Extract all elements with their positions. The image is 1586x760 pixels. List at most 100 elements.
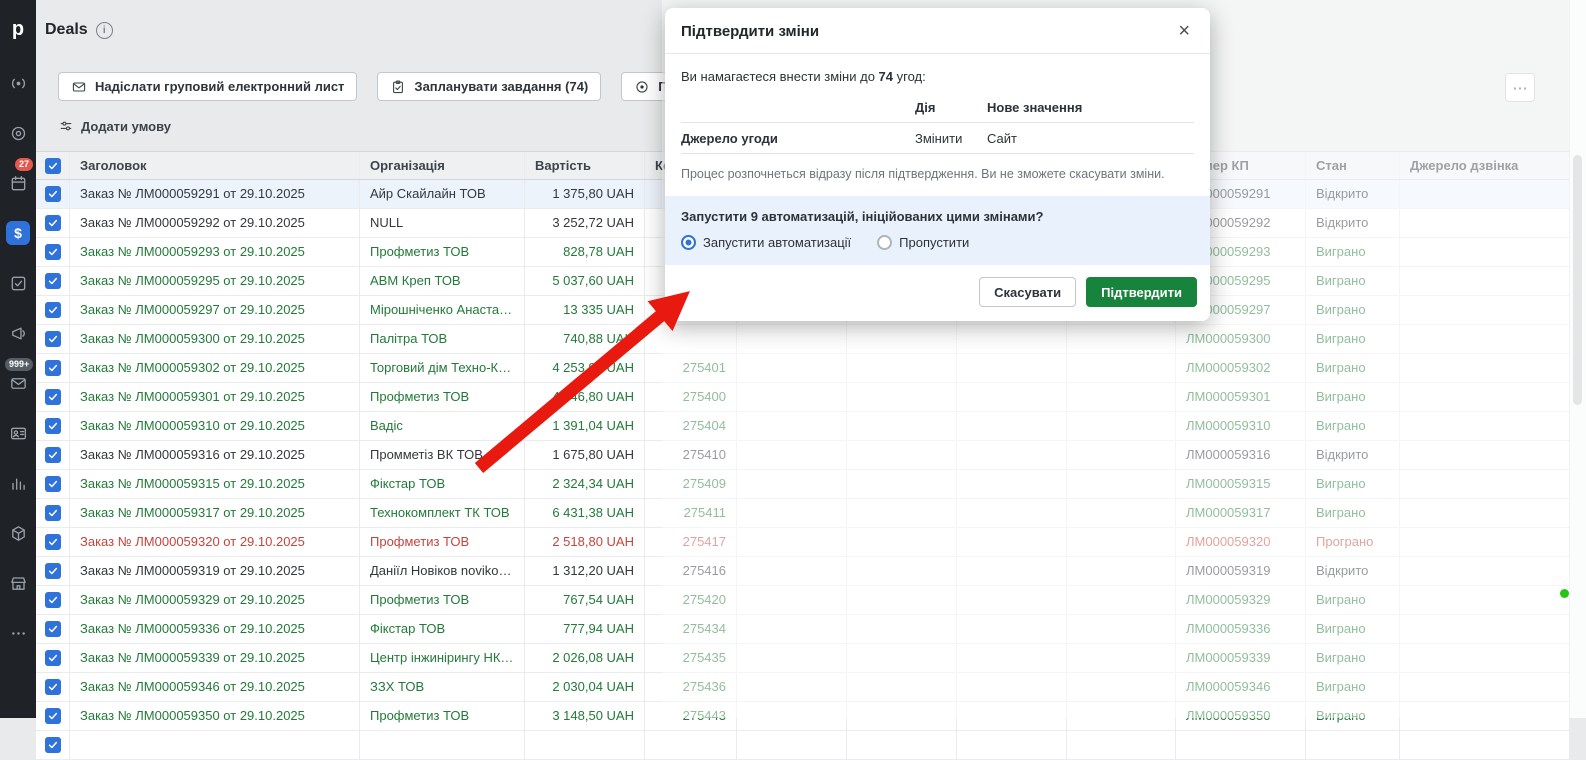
- organization-cell: NULL: [360, 209, 525, 237]
- intro-suffix: угод:: [893, 69, 926, 84]
- row-checkbox[interactable]: [45, 215, 61, 231]
- deal-title-cell[interactable]: Заказ № ЛМ000059319 от 29.10.2025: [70, 557, 360, 585]
- confirm-button[interactable]: Підтвердити: [1086, 277, 1197, 307]
- deal-title-cell[interactable]: Заказ № ЛМ000059320 от 29.10.2025: [70, 528, 360, 556]
- change-field: Джерело угоди: [681, 131, 915, 146]
- deal-title-cell[interactable]: Заказ № ЛМ000059292 от 29.10.2025: [70, 209, 360, 237]
- row-checkbox[interactable]: [45, 505, 61, 521]
- sidebar-item-products[interactable]: [0, 508, 36, 558]
- organization-cell: Даніїл Новіков novikof....: [360, 557, 525, 585]
- sidebar-item-insights[interactable]: [0, 458, 36, 508]
- organization-cell: Палітра ТОВ: [360, 325, 525, 353]
- row-checkbox[interactable]: [45, 360, 61, 376]
- deal-title-cell[interactable]: Заказ № ЛМ000059297 от 29.10.2025: [70, 296, 360, 324]
- info-icon[interactable]: i: [96, 22, 113, 39]
- row-checkbox[interactable]: [45, 592, 61, 608]
- row-checkbox[interactable]: [45, 273, 61, 289]
- checkbox-cell: [36, 267, 70, 295]
- value-cell: 2 030,04 UAH: [525, 673, 645, 701]
- checkbox-cell: [36, 731, 70, 759]
- column-header-1[interactable]: Заголовок: [70, 152, 360, 179]
- row-checkbox[interactable]: [45, 621, 61, 637]
- deal-title-cell[interactable]: Заказ № ЛМ000059293 от 29.10.2025: [70, 238, 360, 266]
- confirm-changes-modal: Підтвердити зміни × Ви намагаєтеся внест…: [665, 8, 1210, 321]
- row-checkbox[interactable]: [45, 476, 61, 492]
- row-checkbox[interactable]: [45, 708, 61, 724]
- row-checkbox[interactable]: [45, 563, 61, 579]
- sidebar-item-contacts[interactable]: [0, 408, 36, 458]
- deal-title-cell[interactable]: Заказ № ЛМ000059295 от 29.10.2025: [70, 267, 360, 295]
- organization-cell: Фікстар ТОВ: [360, 470, 525, 498]
- deal-title-cell[interactable]: Заказ № ЛМ000059339 от 29.10.2025: [70, 644, 360, 672]
- column-header-2[interactable]: Організація: [360, 152, 525, 179]
- row-checkbox[interactable]: [45, 650, 61, 666]
- schedule-tasks-button[interactable]: Запланувати завдання (74): [377, 72, 601, 101]
- row-checkbox[interactable]: [45, 186, 61, 202]
- sidebar-item-deals[interactable]: $: [0, 208, 36, 258]
- checkbox-cell: [36, 180, 70, 208]
- row-checkbox[interactable]: [45, 244, 61, 260]
- deal-title-cell[interactable]: Заказ № ЛМ000059336 от 29.10.2025: [70, 615, 360, 643]
- checkbox-cell: [36, 470, 70, 498]
- deal-title-cell[interactable]: Заказ № ЛМ000059301 от 29.10.2025: [70, 383, 360, 411]
- row-checkbox[interactable]: [45, 418, 61, 434]
- sidebar-item-more[interactable]: [0, 608, 36, 658]
- deal-title-cell[interactable]: Заказ № ЛМ000059302 от 29.10.2025: [70, 354, 360, 382]
- close-icon[interactable]: ×: [1174, 21, 1194, 41]
- radio-selected-icon: [681, 235, 696, 250]
- checkbox-cell: [36, 238, 70, 266]
- change-value: Сайт: [987, 131, 1194, 146]
- sidebar-item-marketplace[interactable]: [0, 558, 36, 608]
- column-header-3[interactable]: Вартість: [525, 152, 645, 179]
- modal-body: Ви намагаєтеся внести зміни до 74 угод: …: [665, 54, 1210, 181]
- status-cell: [1306, 731, 1400, 759]
- row-checkbox[interactable]: [45, 447, 61, 463]
- row-checkbox[interactable]: [45, 679, 61, 695]
- tasks-icon: [9, 274, 28, 293]
- sidebar-item-tasks[interactable]: [0, 258, 36, 308]
- sidebar-item-mail[interactable]: 999+: [0, 358, 36, 408]
- cancel-button[interactable]: Скасувати: [979, 277, 1076, 307]
- row-checkbox[interactable]: [45, 534, 61, 550]
- add-condition-label: Додати умову: [81, 119, 171, 134]
- more-icon: [9, 624, 28, 643]
- deal-title-cell[interactable]: Заказ № ЛМ000059329 от 29.10.2025: [70, 586, 360, 614]
- changes-table-header: Дія Нове значення: [681, 92, 1194, 123]
- sidebar-badge: 999+: [5, 358, 33, 371]
- automation-question: Запустити 9 автоматизацій, ініційованих …: [681, 209, 1194, 224]
- code-cell: [645, 731, 737, 759]
- radio-skip[interactable]: Пропустити: [877, 235, 969, 250]
- row-checkbox[interactable]: [45, 737, 61, 753]
- mail-icon: [9, 374, 28, 393]
- row-checkbox[interactable]: [45, 389, 61, 405]
- row-checkbox[interactable]: [45, 302, 61, 318]
- send-group-email-button[interactable]: Надіслати груповий електронний лист: [58, 72, 357, 101]
- value-cell: 5 037,60 UAH: [525, 267, 645, 295]
- deal-title-cell[interactable]: Заказ № ЛМ000059291 от 29.10.2025: [70, 180, 360, 208]
- row-checkbox[interactable]: [45, 331, 61, 347]
- cube-icon: [9, 524, 28, 543]
- app-logo[interactable]: p: [12, 0, 24, 58]
- sidebar-item-leads[interactable]: [0, 108, 36, 158]
- deal-title-cell[interactable]: Заказ № ЛМ000059300 от 29.10.2025: [70, 325, 360, 353]
- sidebar-item-broadcast[interactable]: [0, 58, 36, 108]
- deal-title-cell[interactable]: [70, 731, 360, 759]
- value-cell: 6 431,38 UAH: [525, 499, 645, 527]
- value-column-header: Нове значення: [987, 100, 1194, 115]
- deal-title-cell[interactable]: Заказ № ЛМ000059315 от 29.10.2025: [70, 470, 360, 498]
- deal-title-cell[interactable]: Заказ № ЛМ000059317 от 29.10.2025: [70, 499, 360, 527]
- radio-run-automations[interactable]: Запустити автоматизації: [681, 235, 851, 250]
- sidebar-badge: 27: [15, 158, 33, 171]
- value-cell: 1 312,20 UAH: [525, 557, 645, 585]
- select-all-checkbox[interactable]: [45, 158, 61, 174]
- sidebar-item-activities[interactable]: 27: [0, 158, 36, 208]
- deal-title-cell[interactable]: Заказ № ЛМ000059310 от 29.10.2025: [70, 412, 360, 440]
- add-condition-icon: [58, 118, 74, 134]
- checkbox-cell: [36, 586, 70, 614]
- deal-title-cell[interactable]: Заказ № ЛМ000059316 от 29.10.2025: [70, 441, 360, 469]
- deal-title-cell[interactable]: Заказ № ЛМ000059346 от 29.10.2025: [70, 673, 360, 701]
- sidebar-item-campaigns[interactable]: [0, 308, 36, 358]
- value-cell: 1 675,80 UAH: [525, 441, 645, 469]
- action-column-header: Дія: [915, 100, 987, 115]
- deal-title-cell[interactable]: Заказ № ЛМ000059350 от 29.10.2025: [70, 702, 360, 730]
